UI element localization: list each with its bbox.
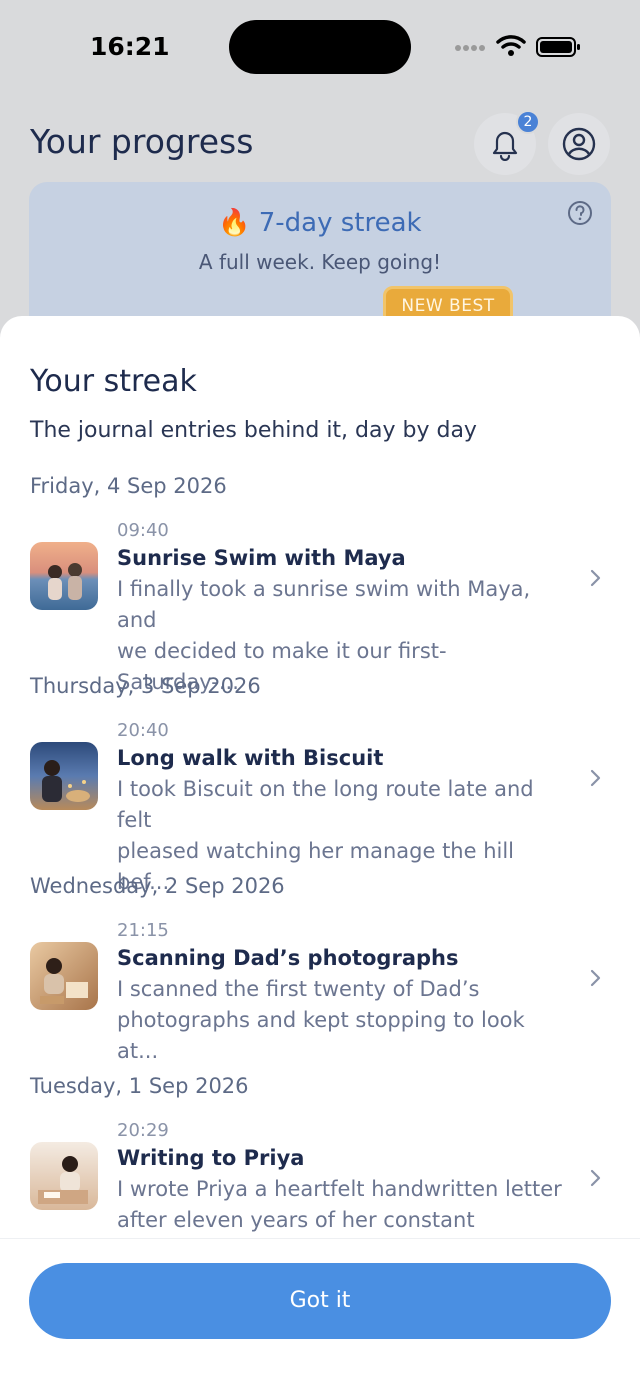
got-it-button[interactable]: Got it (29, 1263, 611, 1339)
sheet-subtitle: The journal entries behind it, day by da… (30, 418, 477, 443)
entry-thumbnail (30, 742, 98, 810)
entry-snippet-line: I wrote Priya a heartfelt handwritten le… (117, 1177, 562, 1201)
status-time: 16:21 (90, 32, 170, 61)
entry-thumbnail (30, 942, 98, 1010)
day-header: Thursday, 3 Sep 2026 (30, 674, 261, 698)
streak-subtitle: A full week. Keep going! (198, 250, 442, 274)
sheet-footer: Got it (0, 1238, 640, 1387)
entry-time: 21:15 (117, 920, 169, 941)
day-header: Tuesday, 1 Sep 2026 (30, 1074, 249, 1098)
dynamic-island (229, 20, 411, 74)
user-profile-icon (562, 127, 596, 161)
entry-time: 20:29 (117, 1120, 169, 1141)
profile-button[interactable] (548, 113, 610, 175)
flame-icon: 🔥 (218, 208, 251, 238)
status-bar: 16:21 (0, 0, 640, 94)
day-header: Friday, 4 Sep 2026 (30, 474, 227, 498)
day-header: Wednesday, 2 Sep 2026 (30, 874, 285, 898)
journal-entry-row[interactable]: 09:40 Sunrise Swim with Maya I finally t… (0, 516, 640, 694)
entry-title: Scanning Dad’s photographs (117, 946, 459, 970)
streak-headline: 🔥 7-day streak (29, 208, 611, 238)
chevron-right-icon (590, 969, 601, 987)
bell-icon (492, 131, 518, 161)
journal-entry-row[interactable]: 20:29 Writing to Priya I wrote Priya a h… (0, 1116, 640, 1263)
journal-entry-row[interactable]: 20:40 Long walk with Biscuit I took Bisc… (0, 716, 640, 894)
entry-title: Sunrise Swim with Maya (117, 546, 406, 570)
journal-entry-row[interactable]: 21:15 Scanning Dad’s photographs I scann… (0, 916, 640, 1063)
entry-thumbnail (30, 542, 98, 610)
streak-sheet: Your streak The journal entries behind i… (0, 316, 640, 1387)
sheet-title: Your streak (30, 364, 197, 399)
chevron-right-icon (590, 569, 601, 587)
streak-label: 7-day streak (258, 208, 422, 238)
cellular-signal-icon (455, 45, 485, 51)
entry-snippet-line: I scanned the first twenty of Dad’s (117, 977, 480, 1001)
entry-snippet-line: I took Biscuit on the long route late an… (117, 777, 534, 832)
chevron-right-icon (590, 769, 601, 787)
notification-count-badge: 2 (516, 110, 540, 134)
battery-icon (536, 37, 580, 57)
entry-title: Long walk with Biscuit (117, 746, 384, 770)
page-title: Your progress (30, 122, 254, 161)
chevron-right-icon (590, 1169, 601, 1187)
entry-snippet: I scanned the first twenty of Dad’s phot… (117, 974, 567, 1067)
entry-title: Writing to Priya (117, 1146, 305, 1170)
entry-time: 20:40 (117, 720, 169, 741)
entry-snippet-line: photographs and kept stopping to look at… (117, 1008, 525, 1063)
entry-time: 09:40 (117, 520, 169, 541)
entry-snippet-line: I finally took a sunrise swim with Maya,… (117, 577, 531, 632)
wifi-icon (496, 35, 526, 56)
entry-thumbnail (30, 1142, 98, 1210)
